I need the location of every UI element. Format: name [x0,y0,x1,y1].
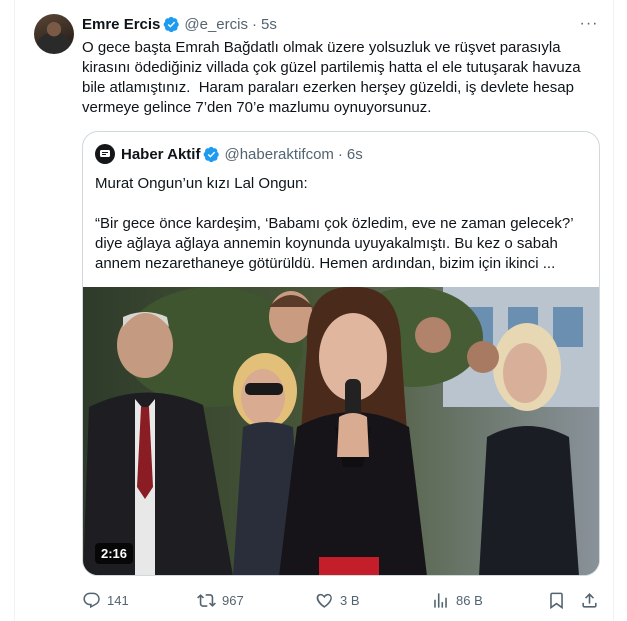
views-icon [434,592,447,608]
like-icon [316,593,332,608]
views-button[interactable]: 86 B [431,588,483,612]
quoted-avatar [95,144,115,164]
repost-button[interactable]: 967 [197,588,244,612]
more-icon[interactable]: ··· [578,13,600,35]
video-duration: 2:16 [95,543,134,564]
quoted-handle[interactable]: @haberaktifcom [224,146,333,163]
share-icon [582,592,597,608]
author-handle[interactable]: @e_ercis [184,16,248,33]
quoted-header: Haber Aktif @haberaktifcom · 6s [95,144,363,164]
repost-count: 967 [222,592,244,608]
news-logo-icon [100,150,110,157]
action-bar: 141 967 3 B 86 B [82,588,600,612]
reply-icon [83,592,100,608]
tweet-header: Emre Ercis @e_ercis · 5s [82,14,277,34]
separator-dot: · [337,145,343,163]
bookmark-icon [550,592,563,609]
separator-dot: · [251,15,257,33]
quoted-tweet[interactable]: Haber Aktif @haberaktifcom · 6s Murat On… [82,131,600,576]
reply-count: 141 [107,592,129,608]
bookmark-button[interactable] [547,588,572,612]
verified-badge-icon [204,146,220,162]
reply-button[interactable]: 141 [82,588,129,612]
views-count: 86 B [456,592,483,608]
video-frame [83,287,599,575]
tweet-text: O gece başta Emrah Bağdatlı olmak üzere … [82,39,585,116]
like-button[interactable]: 3 B [315,588,360,612]
video-player[interactable]: 2:16 [83,287,599,575]
quoted-author-name[interactable]: Haber Aktif [121,146,200,163]
tweet-time[interactable]: 5s [261,16,277,33]
share-button[interactable] [580,588,605,612]
quoted-time[interactable]: 6s [347,146,363,163]
author-avatar[interactable] [34,14,74,54]
like-count: 3 B [340,592,360,608]
repost-icon [197,593,216,607]
quoted-text: Murat Ongun’un kızı Lal Ongun: “Bir gece… [95,175,574,272]
author-name[interactable]: Emre Ercis [82,16,160,33]
verified-badge-icon [164,16,180,32]
